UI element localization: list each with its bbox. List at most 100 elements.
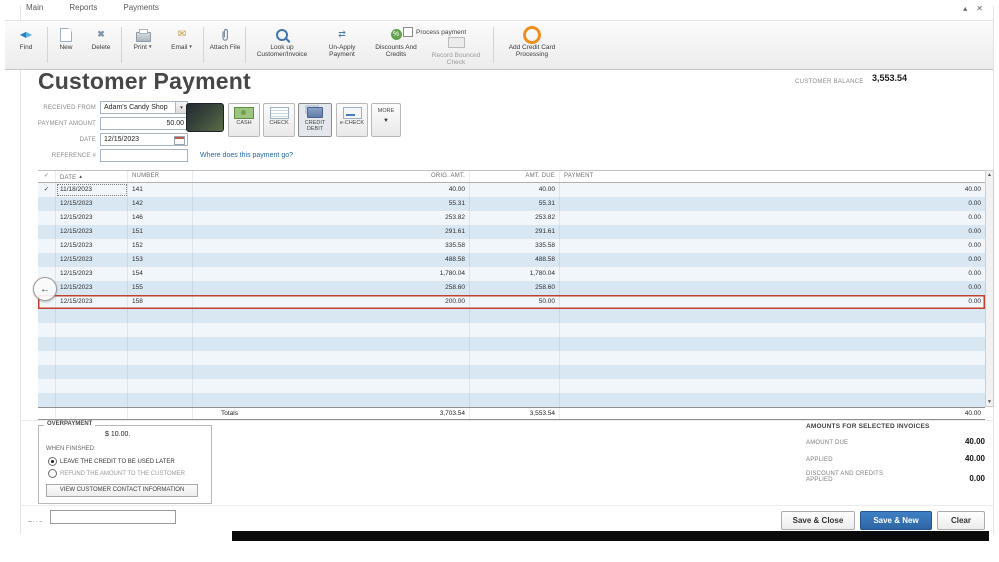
table-row-highlighted[interactable]: 12/15/2023 158 200.00 50.00 0.00 <box>38 295 985 309</box>
cell-payment[interactable]: 0.00 <box>560 211 985 225</box>
table-row[interactable]: 12/15/2023 154 1,780.04 1,780.04 0.00 <box>38 267 985 281</box>
close-icon[interactable]: ✕ <box>976 4 983 13</box>
table-row-empty[interactable] <box>38 365 985 379</box>
scroll-down-icon[interactable]: ▼ <box>986 399 993 405</box>
email-dropdown-icon[interactable]: ▼ <box>188 44 192 49</box>
cell-empty <box>560 365 985 379</box>
table-row[interactable]: 12/15/2023 142 55.31 55.31 0.00 <box>38 197 985 211</box>
attach-file-label: Attach File <box>209 44 241 51</box>
credit-card-icon <box>307 107 323 118</box>
print-button[interactable]: Print▼ <box>125 26 161 51</box>
cell-empty <box>470 309 560 323</box>
cell-check[interactable] <box>38 211 56 225</box>
header-check[interactable]: ✓ <box>38 171 56 182</box>
option-leave-credit[interactable]: LEAVE THE CREDIT TO BE USED LATER <box>48 457 175 466</box>
cell-empty <box>56 379 128 393</box>
cell-check[interactable] <box>38 197 56 211</box>
view-customer-contact-button[interactable]: VIEW CUSTOMER CONTACT INFORMATION <box>46 484 198 497</box>
process-payment-checkbox[interactable] <box>403 27 413 37</box>
more-label: MORE <box>377 108 395 114</box>
cell-check[interactable] <box>38 225 56 239</box>
table-row[interactable]: ✓ 11/18/2023 141 40.00 40.00 40.00 <box>38 183 985 197</box>
cell-empty <box>56 365 128 379</box>
table-row-empty[interactable] <box>38 337 985 351</box>
method-check-button[interactable]: CHECK <box>263 103 295 137</box>
cell-payment[interactable]: 0.00 <box>560 225 985 239</box>
payment-amount-label: PAYMENT AMOUNT <box>37 121 96 127</box>
add-credit-card-button[interactable]: Add Credit Card Processing <box>499 25 565 59</box>
cell-empty <box>56 393 128 407</box>
cell-empty <box>56 323 128 337</box>
header-orig-amt[interactable]: ORIG. AMT. <box>193 171 470 182</box>
table-row-empty[interactable] <box>38 379 985 393</box>
table-row[interactable]: 12/15/2023 151 291.61 291.61 0.00 <box>38 225 985 239</box>
find-button[interactable]: ◀ ▶ Find <box>9 26 43 51</box>
delete-button[interactable]: ✖ Delete <box>83 26 119 51</box>
save-and-new-button[interactable]: Save & New <box>860 511 932 530</box>
cell-check[interactable] <box>38 253 56 267</box>
cell-payment[interactable]: 0.00 <box>560 267 985 281</box>
unapply-payment-button[interactable]: ⇄ Un-Apply Payment <box>317 26 367 59</box>
memo-input[interactable] <box>50 510 176 524</box>
where-payment-goes-link[interactable]: Where does this payment go? <box>200 152 293 159</box>
radio-refund[interactable] <box>48 469 57 478</box>
tab-main[interactable]: Main <box>26 3 43 12</box>
table-row-empty[interactable] <box>38 309 985 323</box>
cell-check[interactable]: ✓ <box>38 183 56 197</box>
cell-empty <box>128 393 193 407</box>
cell-payment[interactable]: 0.00 <box>560 197 985 211</box>
attach-file-button[interactable]: Attach File <box>207 26 243 51</box>
table-row[interactable]: 12/15/2023 153 488.58 488.58 0.00 <box>38 253 985 267</box>
new-button[interactable]: New <box>51 26 81 51</box>
header-date[interactable]: DATE ▲ <box>56 171 128 182</box>
method-cash-button[interactable]: CASH <box>228 103 260 137</box>
table-row-empty[interactable] <box>38 323 985 337</box>
received-from-select[interactable]: Adam's Candy Shop ▼ <box>100 101 188 114</box>
cell-payment[interactable]: 0.00 <box>560 281 985 295</box>
header-number[interactable]: NUMBER <box>128 171 193 182</box>
cell-check[interactable] <box>38 239 56 253</box>
header-amt-due[interactable]: AMT. DUE <box>470 171 560 182</box>
cell-empty <box>193 351 470 365</box>
cell-payment[interactable]: 40.00 <box>560 183 985 197</box>
cell-empty <box>470 351 560 365</box>
cell-empty <box>560 323 985 337</box>
print-dropdown-icon[interactable]: ▼ <box>148 44 152 49</box>
table-row[interactable]: 12/15/2023 152 335.58 335.58 0.00 <box>38 239 985 253</box>
cell-payment[interactable]: 0.00 <box>560 239 985 253</box>
clear-button[interactable]: Clear <box>937 511 985 530</box>
table-row[interactable]: 12/15/2023 146 253.82 253.82 0.00 <box>38 211 985 225</box>
tab-reports[interactable]: Reports <box>69 3 97 12</box>
method-echeck-button[interactable]: e-CHECK <box>336 103 368 137</box>
method-credit-debit-button[interactable]: CREDIT DEBIT <box>298 103 332 137</box>
radio-leave-credit[interactable] <box>48 457 57 466</box>
memo-label: MEMO <box>27 521 43 522</box>
collapse-ribbon-icon[interactable]: ▴ <box>963 4 967 13</box>
method-more-button[interactable]: MORE ▼ <box>371 103 401 137</box>
find-forward-icon[interactable]: ▶ <box>26 30 32 39</box>
reference-input[interactable] <box>100 149 188 162</box>
cell-amt-due: 40.00 <box>470 183 560 197</box>
header-payment[interactable]: PAYMENT <box>560 171 985 182</box>
toolbar: ◀ ▶ Find New ✖ Delete Print▼ ✉ Email▼ Att… <box>5 20 993 70</box>
cell-payment[interactable]: 0.00 <box>560 253 985 267</box>
vertical-scrollbar[interactable]: ▲ ▼ <box>985 170 994 407</box>
cell-date: 12/15/2023 <box>56 281 128 295</box>
table-row-empty[interactable] <box>38 351 985 365</box>
cell-payment[interactable]: 0.00 <box>560 295 985 309</box>
lookup-customer-button[interactable]: Look up Customer/Invoice <box>251 26 313 59</box>
scroll-up-icon[interactable]: ▲ <box>986 172 993 178</box>
tab-payments[interactable]: Payments <box>123 3 159 12</box>
more-caret-icon[interactable]: ▼ <box>372 118 400 124</box>
record-bounced-check-button: Record Bounced Check <box>427 34 485 67</box>
cell-orig-amt: 253.82 <box>193 211 470 225</box>
calendar-icon[interactable] <box>174 136 185 145</box>
table-row[interactable]: 12/15/2023 155 258.60 258.60 0.00 <box>38 281 985 295</box>
save-and-close-button[interactable]: Save & Close <box>781 511 855 530</box>
date-input[interactable]: 12/15/2023 <box>100 133 188 146</box>
option-refund[interactable]: REFUND THE AMOUNT TO THE CUSTOMER <box>48 469 185 478</box>
table-row-empty[interactable] <box>38 393 985 407</box>
payment-amount-input[interactable]: 50.00 <box>100 117 188 130</box>
email-button[interactable]: ✉ Email▼ <box>163 26 201 51</box>
cell-empty <box>470 393 560 407</box>
